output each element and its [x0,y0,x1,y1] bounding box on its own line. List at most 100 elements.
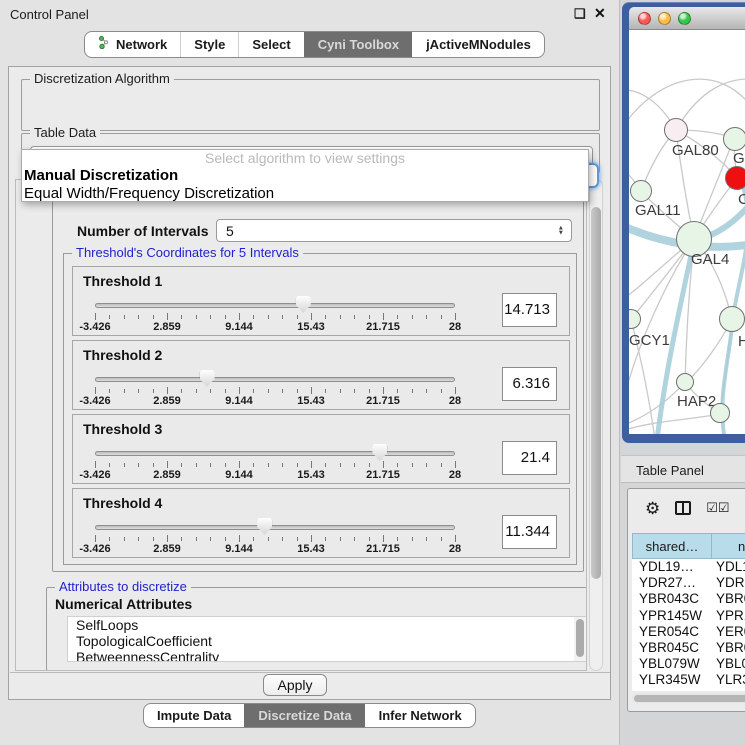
tick-mark [426,463,427,467]
tab-infer-network[interactable]: Infer Network [365,704,475,727]
tab-cyni-toolbox[interactable]: Cyni Toolbox [304,32,412,57]
table-cell[interactable]: YDR27… [712,575,745,591]
network-window-titlebar[interactable] [629,7,745,30]
tab-label: Network [116,32,167,57]
tick-label: -3.426 [79,395,110,407]
minimize-traffic-light[interactable] [658,12,671,25]
column-layout-icon[interactable] [675,501,691,515]
threshold-slider[interactable]: -3.4262.8599.14415.4321.71528 [95,267,455,337]
table-cell[interactable]: YBR043C [632,591,712,607]
network-node-g[interactable] [723,127,745,151]
tab-select[interactable]: Select [238,32,303,57]
tab-impute-data[interactable]: Impute Data [144,704,244,727]
list-item[interactable]: SelfLoops [68,617,586,633]
tick-mark [325,315,326,319]
slider-thumb[interactable] [200,370,215,387]
tick-label: 9.144 [225,395,253,407]
list-item[interactable]: BetweennessCentrality [68,649,586,662]
list-item[interactable]: TopologicalCoefficient [68,633,586,649]
tab-discretize-data[interactable]: Discretize Data [244,704,364,727]
settings-gear-icon[interactable]: ⚙ [645,500,660,517]
table-row[interactable]: YIL052CYIL052C [632,689,745,692]
tick-label: 2.859 [153,543,181,555]
network-node-c[interactable] [725,166,745,190]
attributes-group-label: Attributes to discretize [55,579,191,594]
threshold-value-field[interactable]: 14.713 [502,293,557,327]
tick-mark [441,463,442,467]
control-panel: Control Panel ❑ ✕ NetworkStyleSelectCyni… [0,0,620,745]
algorithm-option-equal-width-frequency-discretization[interactable]: Equal Width/Frequency Discretization [22,185,588,202]
table-row[interactable]: YBR043CYBR043C [632,591,745,607]
column-header-name[interactable]: n [712,533,745,559]
table-cell[interactable]: YBR045C [632,640,712,656]
threshold-value-field[interactable]: 6.316 [502,367,557,401]
tab-jactivemnodules[interactable]: jActiveMNodules [412,32,544,57]
threshold-value-field[interactable]: 11.344 [502,515,557,549]
network-canvas[interactable]: GAL80GCGAL11GAL4GCY1HHAP2 [629,30,745,434]
table-row[interactable]: YDR27…YDR27… [632,575,745,591]
threshold-row: Threshold 4-3.4262.8599.14415.4321.71528… [72,488,570,558]
attributes-group: Attributes to discretize Numerical Attri… [46,587,587,671]
close-traffic-light[interactable] [638,12,651,25]
table-cell[interactable]: YDL19… [712,559,745,575]
table-row[interactable]: YBR045CYBR045C [632,640,745,656]
tick-mark [441,389,442,393]
table-cell[interactable]: YER054C [712,624,745,640]
column-header-shared-name[interactable]: shared… [632,533,712,559]
zoom-traffic-light[interactable] [678,12,691,25]
slider-thumb[interactable] [372,444,387,461]
network-node-h[interactable] [719,306,745,332]
network-node-hap2[interactable] [676,373,694,391]
numerical-attributes-list[interactable]: SelfLoopsTopologicalCoefficientBetweenne… [67,616,587,662]
close-icon[interactable]: ✕ [594,5,606,22]
table-cell[interactable]: YPR145W [632,608,712,624]
tick-label: 15.43 [297,543,325,555]
table-row[interactable]: YLR345WYLR345W [632,672,745,688]
table-row[interactable]: YBL079WYBL079W [632,656,745,672]
algorithm-option-manual-discretization[interactable]: Manual Discretization [22,167,588,185]
table-row[interactable]: YPR145WYPR145W [632,608,745,624]
slider-thumb[interactable] [257,518,272,535]
table-cell[interactable]: YBR045C [712,640,745,656]
table-row[interactable]: YER054CYER054C [632,624,745,640]
table-cell[interactable]: YIL052C [632,689,712,692]
table-row[interactable]: YDL19…YDL19… [632,559,745,575]
network-node[interactable] [710,403,730,423]
tick-mark [95,313,96,320]
table-cell[interactable]: YDL19… [632,559,712,575]
node-label: H [738,333,745,350]
attributes-scrollbar[interactable] [574,617,586,661]
table-horizontal-scrollbar[interactable] [632,693,745,703]
network-node-gal11[interactable] [630,180,652,202]
threshold-slider[interactable]: -3.4262.8599.14415.4321.71528 [95,415,455,485]
scrollbar-thumb[interactable] [591,207,601,579]
slider-thumb[interactable] [296,296,311,313]
table-cell[interactable]: YER054C [632,624,712,640]
float-window-icon[interactable]: ❑ [574,9,584,19]
tick-mark [181,463,182,467]
network-node-gal80[interactable] [664,118,688,142]
slider-ticks [95,313,455,321]
threshold-slider[interactable]: -3.4262.8599.14415.4321.71528 [95,489,455,559]
tab-style[interactable]: Style [180,32,238,57]
tab-network[interactable]: Network [85,32,180,57]
table-cell[interactable]: YBL079W [632,656,712,672]
number-of-intervals-combobox[interactable]: 5 [216,219,572,242]
apply-button[interactable]: Apply [263,674,327,696]
threshold-value-field[interactable]: 21.4 [502,441,557,475]
panel-tab-bar: Network StyleSelectCyni ToolboxjActiveMNo… [84,31,545,58]
scrollbar-thumb[interactable] [634,695,745,702]
table-cell[interactable]: YDR27… [632,575,712,591]
table-cell[interactable]: YBR043C [712,591,745,607]
column-select-icon[interactable]: ☑☑ [706,500,729,516]
table-cell[interactable]: YIL052C [712,689,745,692]
main-scrollbar[interactable] [589,179,603,671]
threshold-slider[interactable]: -3.4262.8599.14415.4321.71528 [95,341,455,411]
table-cell[interactable]: YPR145W [712,608,745,624]
table-cell[interactable]: YLR345W [712,672,745,688]
table-cell[interactable]: YBL079W [712,656,745,672]
table-cell[interactable]: YLR345W [632,672,712,688]
tick-mark [412,463,413,467]
scrollbar-thumb[interactable] [576,619,584,657]
tick-mark [369,537,370,541]
